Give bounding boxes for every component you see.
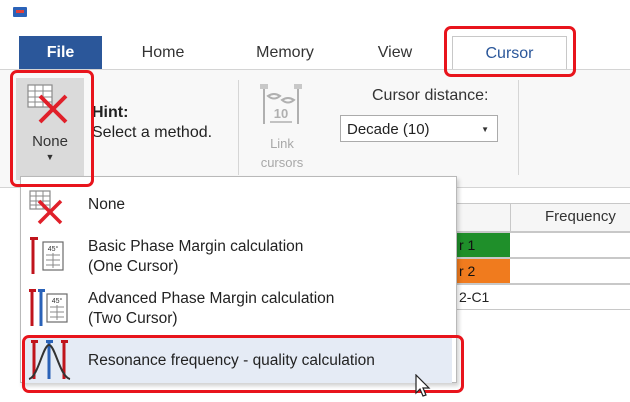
app-icon (13, 7, 27, 17)
table-header-cell (455, 203, 511, 232)
frequency-column-header: Frequency (545, 208, 616, 225)
link-cursors-label: Link (270, 136, 294, 151)
menu-item-label: None (88, 196, 126, 213)
link-cursors-icon: 10 (260, 84, 302, 124)
svg-text:45°: 45° (48, 245, 59, 253)
table-cell (510, 258, 630, 284)
phase-margin-two-cursor-icon: 45° (29, 289, 68, 326)
highlight-resonance-item (22, 335, 464, 393)
table-cell (510, 284, 630, 310)
chevron-down-icon: ▼ (481, 125, 489, 134)
tab-file[interactable]: File (19, 36, 102, 69)
ribbon-divider (518, 80, 519, 175)
hint-title: Hint: (92, 104, 129, 121)
cursor-distance-select[interactable]: Decade (10) ▼ (340, 115, 498, 142)
highlight-cursor-tab (444, 26, 576, 77)
menu-item-sublabel: (Two Cursor) (88, 310, 178, 327)
menu-item-sublabel: (One Cursor) (88, 258, 179, 275)
table-row-c2-c1[interactable]: 2-C1 (455, 284, 511, 310)
ribbon-divider (238, 80, 239, 175)
highlight-method-button (10, 70, 94, 187)
tab-view[interactable]: View (355, 36, 435, 69)
link-cursors-button[interactable]: Link cursors (252, 134, 312, 172)
tab-memory[interactable]: Memory (230, 36, 340, 69)
svg-text:45°: 45° (52, 297, 63, 305)
menu-item-label: Basic Phase Margin calculation (88, 238, 304, 255)
table-cell (510, 232, 630, 258)
table-row-cursor-1[interactable]: r 1 (455, 232, 511, 258)
tab-home[interactable]: Home (113, 36, 213, 69)
svg-text:10: 10 (274, 106, 288, 121)
mouse-pointer-icon (415, 374, 431, 397)
hint-text: Select a method. (92, 124, 213, 141)
menu-item-label: Advanced Phase Margin calculation (88, 290, 335, 307)
phase-margin-one-cursor-icon: 45° (30, 237, 64, 274)
none-method-icon (29, 190, 63, 225)
table-row-cursor-2[interactable]: r 2 (455, 258, 511, 284)
cursor-distance-label: Cursor distance: (372, 87, 489, 104)
cursor-distance-value: Decade (10) (347, 121, 430, 138)
link-cursors-label: cursors (260, 155, 304, 170)
